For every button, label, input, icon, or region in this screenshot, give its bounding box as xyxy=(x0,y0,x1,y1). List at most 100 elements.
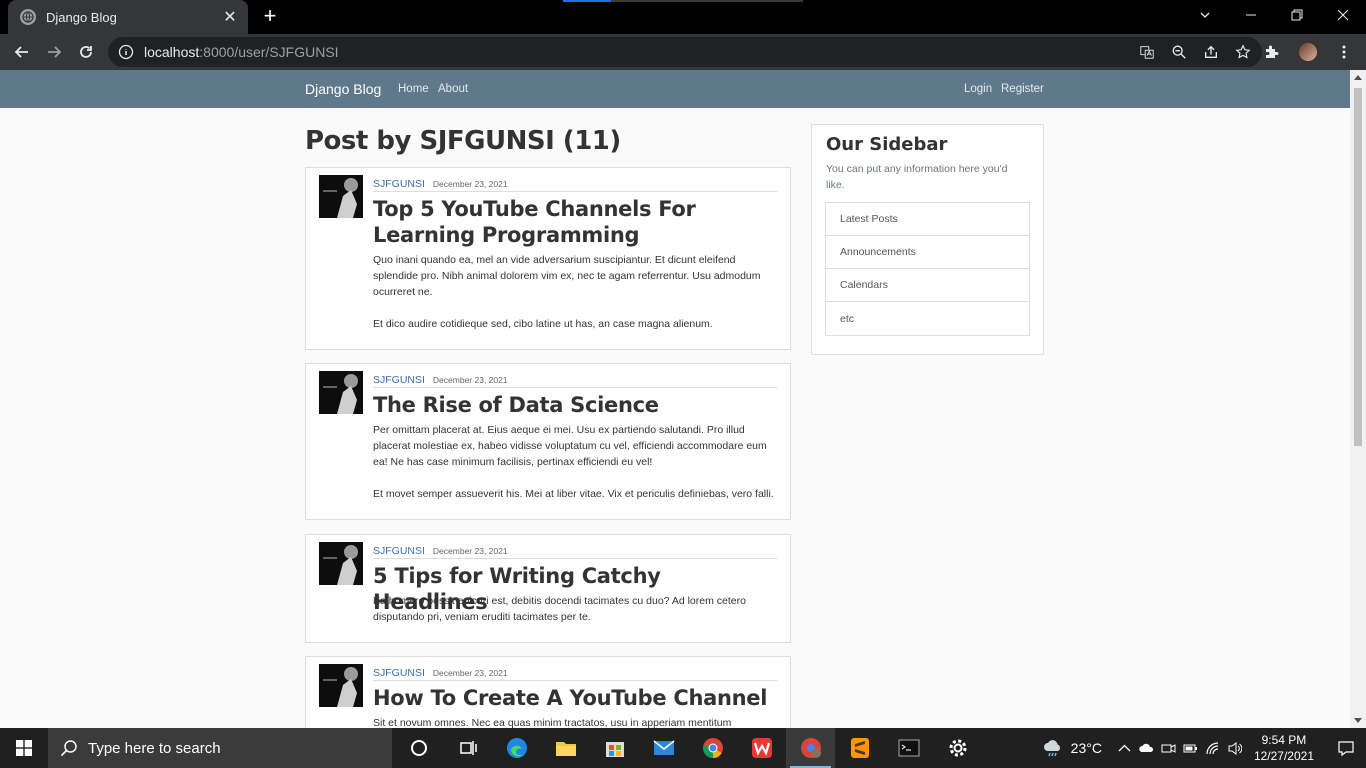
close-window-button[interactable] xyxy=(1320,0,1366,30)
onedrive-tray-icon[interactable] xyxy=(1136,728,1158,768)
taskbar-clock[interactable]: 9:54 PM 12/27/2021 xyxy=(1254,732,1314,764)
author-avatar xyxy=(319,175,363,218)
menu-button[interactable] xyxy=(1328,36,1360,68)
reload-button[interactable] xyxy=(70,36,102,68)
meet-now-tray-icon[interactable] xyxy=(1158,728,1180,768)
notification-center-button[interactable] xyxy=(1326,728,1366,768)
wifi-tray-icon[interactable] xyxy=(1202,728,1224,768)
sublime-text-app[interactable] xyxy=(835,728,884,768)
edge-icon xyxy=(506,738,527,758)
tab-title: Django Blog xyxy=(46,9,117,25)
terminal-icon xyxy=(898,739,919,757)
terminal-app[interactable] xyxy=(884,728,933,768)
profile-button[interactable] xyxy=(1292,36,1324,68)
battery-tray-icon[interactable] xyxy=(1180,728,1202,768)
post-date: December 23, 2021 xyxy=(432,374,508,385)
scroll-up-icon[interactable] xyxy=(1354,75,1362,80)
post-author-link[interactable]: SJFGUNSI xyxy=(373,545,425,557)
post-content: Et dico audire cotidieque sed, cibo lati… xyxy=(373,318,713,330)
post-content: Per omittam placerat at. Eius aeque ei m… xyxy=(373,424,767,468)
task-view-button[interactable] xyxy=(443,728,492,768)
new-tab-button[interactable]: + xyxy=(258,3,282,28)
taskbar-search-box[interactable]: Type here to search xyxy=(48,728,392,768)
store-app[interactable] xyxy=(590,728,639,768)
post-title-link[interactable]: How To Create A YouTube Channel xyxy=(373,685,777,711)
volume-tray-icon[interactable] xyxy=(1224,728,1246,768)
close-tab-icon[interactable]: ✕ xyxy=(222,7,238,27)
sidebar-item-latest-posts[interactable]: Latest Posts xyxy=(826,203,1029,236)
chevron-up-icon xyxy=(1118,744,1131,751)
show-hidden-icons-button[interactable] xyxy=(1114,728,1136,768)
wifi-icon xyxy=(1206,741,1219,754)
post-content: Ea homero possit epicuri est, debitis do… xyxy=(373,595,746,623)
tab-search-icon[interactable] xyxy=(1182,0,1228,30)
info-icon[interactable] xyxy=(118,44,134,60)
sidebar-list: Latest Posts Announcements Calendars etc xyxy=(825,202,1030,336)
browser-tab[interactable]: Django Blog ✕ xyxy=(8,0,248,34)
weather-widget[interactable]: 23°C xyxy=(1041,736,1102,760)
mail-app[interactable] xyxy=(639,728,688,768)
scrollbar-thumb[interactable] xyxy=(1354,88,1362,446)
battery-icon xyxy=(1183,744,1198,752)
minimize-button[interactable] xyxy=(1228,0,1274,30)
post-author-link[interactable]: SJFGUNSI xyxy=(373,374,425,386)
url-text: localhost:8000/user/SJFGUNSI xyxy=(144,44,339,60)
nav-home-link[interactable]: Home xyxy=(398,83,429,95)
translate-icon[interactable] xyxy=(1138,43,1156,61)
post-meta: SJFGUNSI December 23, 2021 xyxy=(373,374,777,388)
site-brand[interactable]: Django Blog xyxy=(305,81,381,97)
reload-icon xyxy=(80,46,92,58)
kebab-menu-icon xyxy=(1342,45,1346,59)
settings-app[interactable] xyxy=(933,728,982,768)
system-tray: 23°C 9:54 PM 12/27/2021 xyxy=(1041,728,1366,768)
sidebar-description: You can put any information here you'd l… xyxy=(826,163,1008,191)
cloud-icon xyxy=(1139,743,1154,752)
post-card: SJFGUNSI December 23, 2021 The Rise of D… xyxy=(305,363,791,520)
windows-taskbar: Type here to search 23°C 9:54 PM 12/27/2… xyxy=(0,728,1366,768)
restore-button[interactable] xyxy=(1274,0,1320,30)
zoom-icon[interactable] xyxy=(1170,43,1188,61)
window-controls xyxy=(1182,0,1366,30)
globe-icon xyxy=(20,9,36,25)
address-bar[interactable]: localhost:8000/user/SJFGUNSI xyxy=(108,37,1262,67)
wps-icon xyxy=(751,738,772,758)
temperature: 23°C xyxy=(1070,740,1102,756)
post-title-link[interactable]: Top 5 YouTube Channels For Learning Prog… xyxy=(373,196,777,248)
forward-button[interactable] xyxy=(38,36,70,68)
chrome-profile-app[interactable] xyxy=(786,728,835,768)
edge-app[interactable] xyxy=(492,728,541,768)
sidebar-item-announcements[interactable]: Announcements xyxy=(826,236,1029,269)
nav-register-link[interactable]: Register xyxy=(1001,83,1044,95)
post-meta: SJFGUNSI December 23, 2021 xyxy=(373,545,777,559)
sidebar-item-etc[interactable]: etc xyxy=(826,302,1029,335)
extensions-button[interactable] xyxy=(1256,36,1288,68)
page-scrollbar[interactable] xyxy=(1350,70,1366,728)
windows-logo-icon xyxy=(16,740,32,756)
nav-login-link[interactable]: Login xyxy=(964,83,992,95)
post-author-link[interactable]: SJFGUNSI xyxy=(373,178,425,190)
chrome-app[interactable] xyxy=(688,728,737,768)
browser-tab-bar: Django Blog ✕ + xyxy=(0,0,1366,34)
author-avatar xyxy=(319,371,363,414)
wps-office-app[interactable] xyxy=(737,728,786,768)
back-button[interactable] xyxy=(6,36,38,68)
nav-about-link[interactable]: About xyxy=(438,83,468,95)
puzzle-icon xyxy=(1266,45,1279,58)
gear-icon xyxy=(949,739,966,757)
task-view-icon xyxy=(459,741,477,755)
post-date: December 23, 2021 xyxy=(432,667,508,678)
chrome-profile-icon xyxy=(800,738,821,758)
post-title-link[interactable]: The Rise of Data Science xyxy=(373,392,777,418)
bookmark-star-icon[interactable] xyxy=(1234,43,1252,61)
sidebar: Our Sidebar You can put any information … xyxy=(811,124,1044,355)
address-bar-actions xyxy=(1138,43,1252,61)
arrow-right-icon xyxy=(48,46,62,58)
start-button[interactable] xyxy=(0,728,48,768)
sidebar-item-calendars[interactable]: Calendars xyxy=(826,269,1029,302)
post-author-link[interactable]: SJFGUNSI xyxy=(373,667,425,679)
scroll-down-icon[interactable] xyxy=(1354,718,1362,723)
taskbar-apps xyxy=(394,728,982,768)
file-explorer-app[interactable] xyxy=(541,728,590,768)
cortana-button[interactable] xyxy=(394,728,443,768)
share-icon[interactable] xyxy=(1202,43,1220,61)
